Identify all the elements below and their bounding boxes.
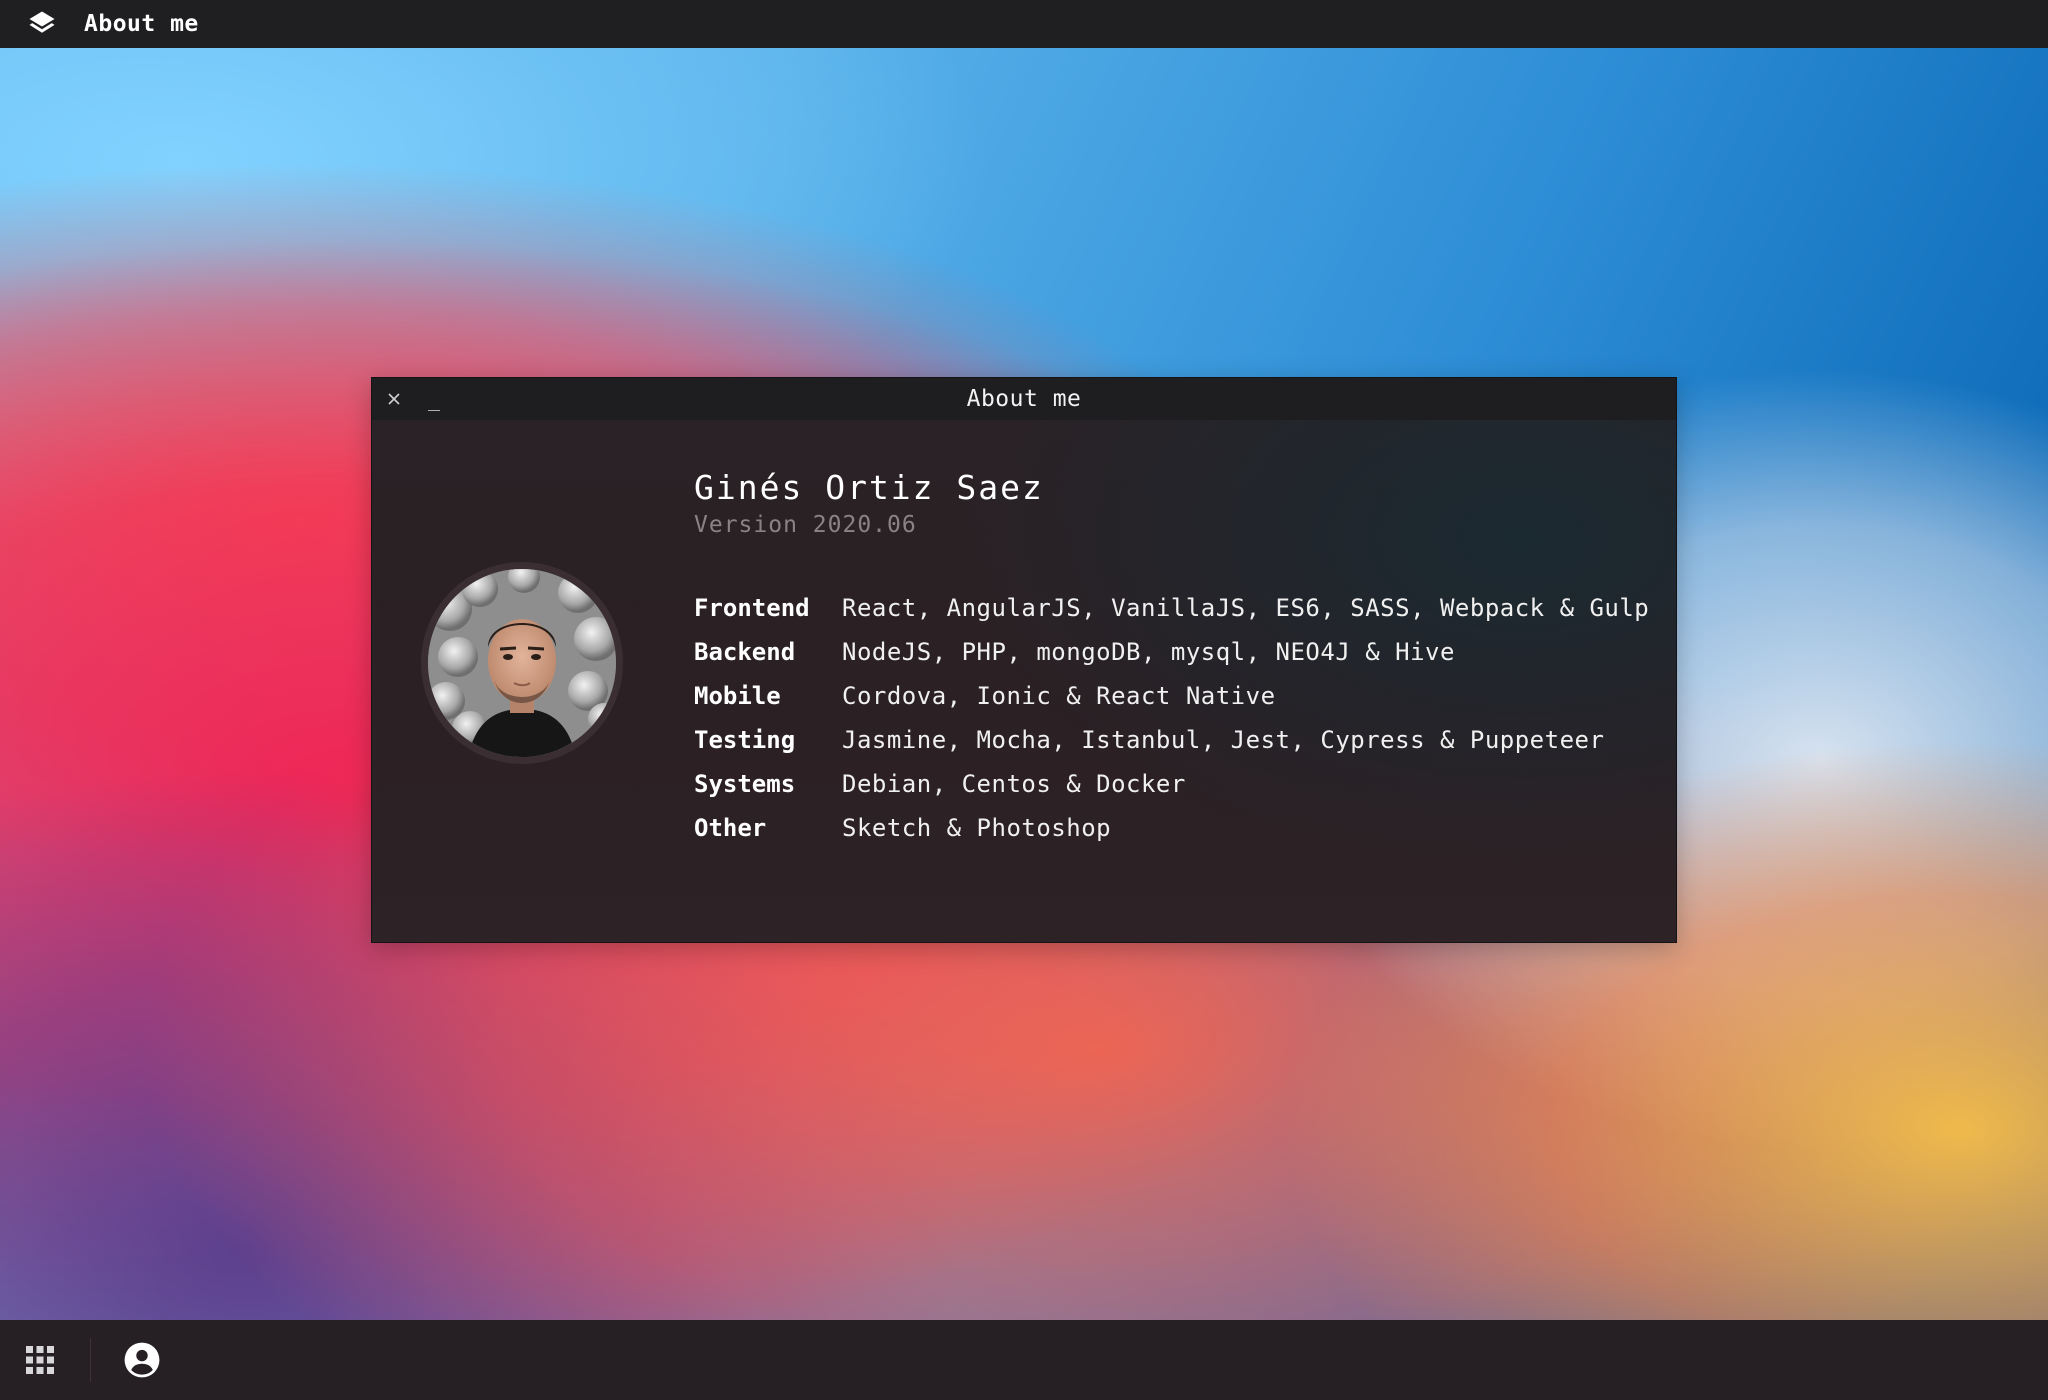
skill-row-frontend: Frontend React, AngularJS, VanillaJS, ES… bbox=[694, 586, 1649, 630]
skill-row-mobile: Mobile Cordova, Ionic & React Native bbox=[694, 674, 1649, 718]
app-title: About me bbox=[84, 11, 199, 37]
avatar bbox=[421, 562, 623, 764]
window-title: About me bbox=[966, 386, 1082, 412]
top-bar: About me bbox=[0, 0, 2048, 48]
skill-label: Other bbox=[694, 814, 767, 842]
dock-divider bbox=[90, 1338, 91, 1382]
close-icon[interactable] bbox=[382, 387, 406, 411]
skill-value: Debian, Centos & Docker bbox=[842, 770, 1186, 798]
skill-label: Systems bbox=[694, 770, 796, 798]
apps-grid-icon[interactable] bbox=[20, 1340, 60, 1380]
skill-value: Cordova, Ionic & React Native bbox=[842, 682, 1276, 710]
about-window: _ About me Ginés Ortiz Saez Version 2020… bbox=[372, 378, 1676, 942]
skill-row-testing: Testing Jasmine, Mocha, Istanbul, Jest, … bbox=[694, 718, 1649, 762]
skill-label: Frontend bbox=[694, 594, 810, 622]
profile-photo bbox=[428, 569, 616, 757]
dock bbox=[0, 1320, 2048, 1400]
skill-label: Testing bbox=[694, 726, 796, 754]
skill-row-systems: Systems Debian, Centos & Docker bbox=[694, 762, 1649, 806]
skill-value: Jasmine, Mocha, Istanbul, Jest, Cypress … bbox=[842, 726, 1605, 754]
profile-name: Ginés Ortiz Saez bbox=[694, 468, 1044, 507]
profile-version: Version 2020.06 bbox=[694, 512, 917, 538]
skill-row-other: Other Sketch & Photoshop bbox=[694, 806, 1649, 850]
skill-row-backend: Backend NodeJS, PHP, mongoDB, mysql, NEO… bbox=[694, 630, 1649, 674]
skill-value: React, AngularJS, VanillaJS, ES6, SASS, … bbox=[842, 594, 1650, 622]
account-circle-icon[interactable] bbox=[122, 1340, 162, 1380]
window-titlebar[interactable]: _ About me bbox=[372, 378, 1676, 420]
skill-label: Mobile bbox=[694, 682, 781, 710]
skill-label: Backend bbox=[694, 638, 796, 666]
skill-value: Sketch & Photoshop bbox=[842, 814, 1112, 842]
layers-icon[interactable] bbox=[26, 8, 58, 40]
skills-list: Frontend React, AngularJS, VanillaJS, ES… bbox=[694, 586, 1649, 850]
skill-value: NodeJS, PHP, mongoDB, mysql, NEO4J & Hiv… bbox=[842, 638, 1455, 666]
minimize-button[interactable]: _ bbox=[422, 387, 446, 411]
